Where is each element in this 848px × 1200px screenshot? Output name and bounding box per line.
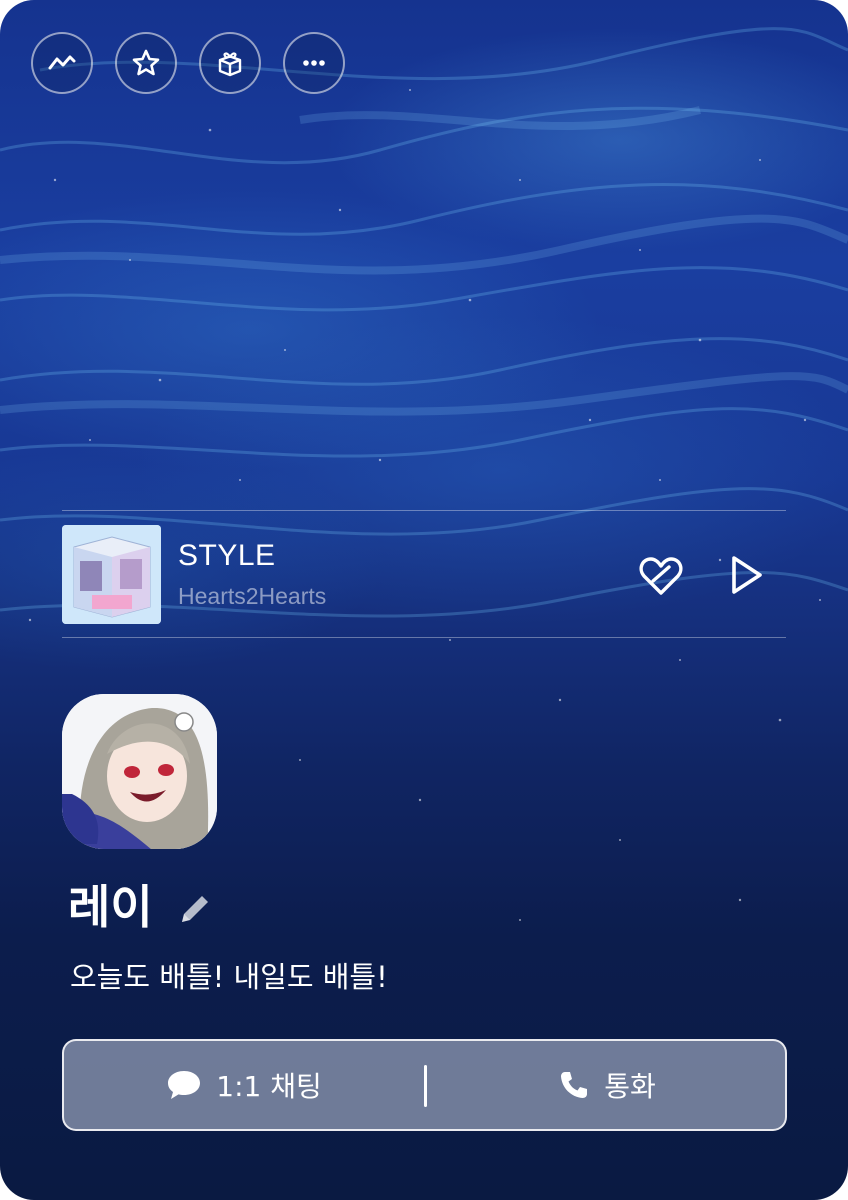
album-art-image bbox=[62, 525, 161, 624]
favorite-button[interactable] bbox=[115, 32, 177, 94]
call-button[interactable]: 통화 bbox=[427, 1041, 787, 1129]
chart-icon bbox=[48, 55, 76, 70]
gift-box-icon bbox=[218, 52, 242, 77]
chat-bubble-icon bbox=[168, 1071, 201, 1099]
chat-button-label: 1:1 채팅 bbox=[216, 1070, 322, 1103]
chat-button[interactable]: 1:1 채팅 bbox=[64, 1041, 424, 1129]
phone-icon bbox=[561, 1072, 588, 1098]
profile-name: 레이 bbox=[68, 880, 153, 934]
play-icon[interactable] bbox=[722, 552, 768, 598]
avatar-image bbox=[62, 694, 217, 849]
song-artist: Hearts2Hearts bbox=[178, 583, 327, 609]
profile-card: STYLE Hearts2Hearts 레이 오늘도 배틀! 내일도 배틀! 1… bbox=[0, 0, 848, 1200]
avatar[interactable] bbox=[62, 694, 217, 849]
album-cover[interactable] bbox=[62, 525, 161, 624]
call-button-label: 통화 bbox=[604, 1070, 656, 1103]
star-icon bbox=[132, 49, 160, 76]
status-message: 오늘도 배틀! 내일도 배틀! bbox=[70, 960, 388, 994]
more-button[interactable] bbox=[283, 32, 345, 94]
music-player: STYLE Hearts2Hearts bbox=[62, 510, 786, 638]
more-icon bbox=[303, 60, 325, 66]
chart-button[interactable] bbox=[31, 32, 93, 94]
song-title: STYLE bbox=[178, 539, 276, 572]
pencil-icon[interactable] bbox=[176, 890, 214, 928]
profile-name-row: 레이 bbox=[68, 876, 208, 938]
action-bar: 1:1 채팅 통화 bbox=[62, 1039, 787, 1131]
heart-icon[interactable] bbox=[636, 551, 686, 601]
gift-button[interactable] bbox=[199, 32, 261, 94]
